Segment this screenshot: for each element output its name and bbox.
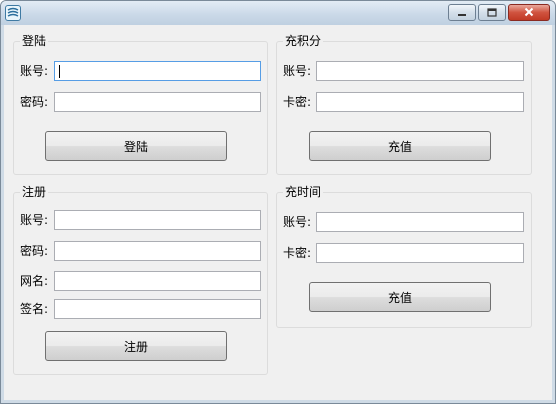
register-button[interactable]: 注册 (45, 331, 227, 361)
client-area: 登陆 账号: 密码: 登陆 充积分 账号: 卡密: 充值 注册 账号: 密码: (4, 25, 552, 400)
recharge-time-account-label: 账号: (283, 215, 312, 229)
login-account-input[interactable] (54, 61, 261, 81)
register-signature-label: 签名: (20, 302, 49, 316)
app-icon[interactable] (5, 5, 21, 21)
recharge-time-group: 充时间 账号: 卡密: 充值 (276, 184, 532, 328)
close-icon (524, 6, 534, 20)
recharge-points-group: 充积分 账号: 卡密: 充值 (276, 33, 532, 175)
register-group: 注册 账号: 密码: 网名: 签名: 注册 (13, 184, 268, 375)
register-netname-input[interactable] (54, 271, 261, 291)
login-password-input[interactable] (54, 92, 261, 112)
login-account-label: 账号: (20, 64, 49, 78)
register-password-input[interactable] (54, 241, 261, 261)
recharge-points-card-label: 卡密: (283, 95, 312, 109)
recharge-time-group-title: 充时间 (283, 184, 324, 200)
recharge-points-card-input[interactable] (316, 92, 524, 112)
recharge-points-account-input[interactable] (316, 61, 524, 81)
text-caret (59, 65, 60, 78)
login-button[interactable]: 登陆 (45, 131, 227, 161)
close-button[interactable] (508, 4, 550, 21)
recharge-time-card-label: 卡密: (283, 246, 312, 260)
register-password-label: 密码: (20, 244, 49, 258)
login-group-title: 登陆 (20, 33, 49, 49)
recharge-points-group-title: 充积分 (283, 33, 324, 49)
maximize-icon (487, 6, 497, 20)
app-window: 登陆 账号: 密码: 登陆 充积分 账号: 卡密: 充值 注册 账号: 密码: (0, 0, 556, 404)
login-group: 登陆 账号: 密码: 登陆 (13, 33, 268, 175)
login-password-label: 密码: (20, 95, 49, 109)
maximize-button[interactable] (478, 4, 506, 21)
recharge-time-card-input[interactable] (316, 243, 524, 263)
register-group-title: 注册 (20, 184, 49, 200)
register-account-input[interactable] (54, 210, 261, 230)
caption-buttons (446, 4, 550, 22)
minimize-icon (457, 6, 467, 20)
register-account-label: 账号: (20, 213, 49, 227)
recharge-time-button[interactable]: 充值 (309, 282, 491, 312)
register-signature-input[interactable] (54, 299, 261, 319)
recharge-points-account-label: 账号: (283, 64, 312, 78)
minimize-button[interactable] (448, 4, 476, 21)
recharge-points-button[interactable]: 充值 (309, 131, 491, 161)
recharge-time-account-input[interactable] (316, 212, 524, 232)
register-netname-label: 网名: (20, 274, 49, 288)
title-bar[interactable] (1, 1, 555, 25)
